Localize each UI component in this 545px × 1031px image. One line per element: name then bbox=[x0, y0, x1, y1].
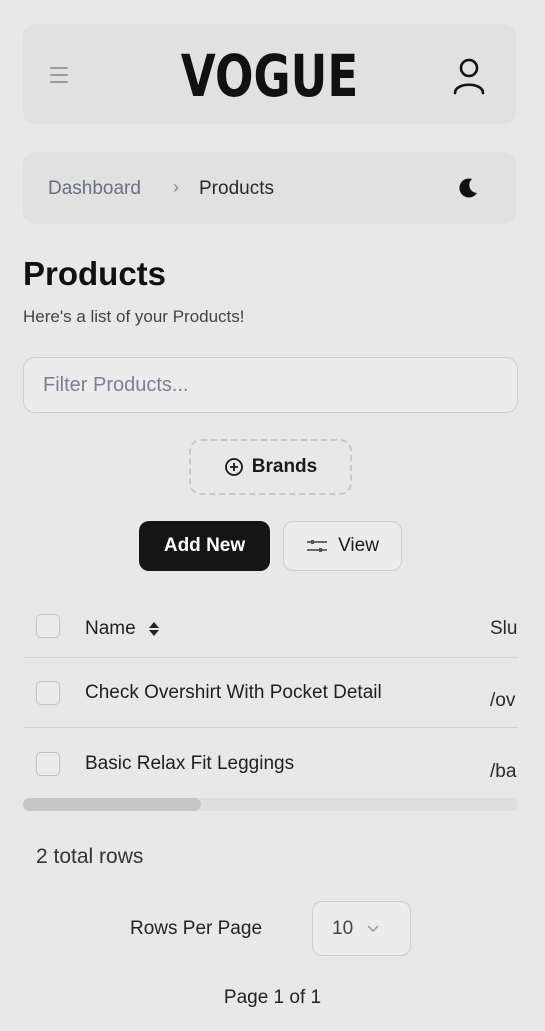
products-table: Name Slu Check Overshirt With Pocket Det… bbox=[23, 594, 518, 814]
product-name-cell: Basic Relax Fit Leggings bbox=[85, 753, 295, 774]
breadcrumb: Dashboard › Products bbox=[23, 152, 516, 224]
rows-per-page-select[interactable]: 10 bbox=[312, 901, 411, 956]
name-column-header[interactable]: Name bbox=[85, 618, 160, 640]
page-title: Products bbox=[23, 255, 167, 292]
table-header-row: Name Slu bbox=[23, 594, 518, 658]
moon-icon[interactable] bbox=[457, 177, 479, 199]
select-all-checkbox[interactable] bbox=[36, 614, 60, 638]
brand-logo[interactable]: VOGUE bbox=[77, 46, 462, 106]
table-row[interactable]: Check Overshirt With Pocket Detail /ov bbox=[23, 658, 518, 728]
page-subtitle: Here's a list of your Products! bbox=[23, 307, 245, 326]
rows-per-page-label: Rows Per Page bbox=[130, 918, 263, 939]
view-options-button[interactable]: View bbox=[283, 521, 402, 571]
menu-icon[interactable] bbox=[50, 67, 68, 83]
scrollbar-thumb[interactable] bbox=[23, 798, 202, 811]
chevron-right-icon: › bbox=[173, 177, 179, 197]
table-row[interactable]: Basic Relax Fit Leggings /ba bbox=[23, 729, 518, 799]
horizontal-scrollbar[interactable] bbox=[23, 798, 518, 811]
row-checkbox[interactable] bbox=[36, 681, 60, 705]
breadcrumb-current: Products bbox=[199, 178, 274, 199]
slug-column-header[interactable]: Slu bbox=[490, 618, 517, 640]
brands-button-label: Brands bbox=[251, 456, 318, 477]
name-column-label: Name bbox=[85, 618, 136, 639]
breadcrumb-dashboard-link[interactable]: Dashboard bbox=[48, 178, 141, 200]
rows-per-page-value: 10 bbox=[332, 917, 354, 939]
plus-circle-icon bbox=[224, 458, 243, 476]
product-name-cell: Check Overshirt With Pocket Detail bbox=[85, 682, 382, 703]
row-checkbox[interactable] bbox=[36, 752, 60, 776]
sort-icon bbox=[148, 622, 159, 636]
chevron-down-icon bbox=[367, 924, 379, 932]
total-rows-count: 2 total rows bbox=[36, 845, 144, 868]
product-slug-cell: /ov bbox=[490, 690, 516, 711]
filter-products-input[interactable] bbox=[23, 357, 518, 413]
view-button-label: View bbox=[338, 535, 379, 556]
sliders-icon bbox=[307, 540, 328, 552]
page-indicator: Page 1 of 1 bbox=[223, 987, 322, 1008]
user-icon[interactable] bbox=[451, 56, 487, 96]
app-header: VOGUE bbox=[23, 24, 516, 124]
product-slug-cell: /ba bbox=[490, 761, 517, 782]
add-new-button[interactable]: Add New bbox=[139, 521, 270, 571]
brands-filter-button[interactable]: Brands bbox=[189, 439, 352, 495]
